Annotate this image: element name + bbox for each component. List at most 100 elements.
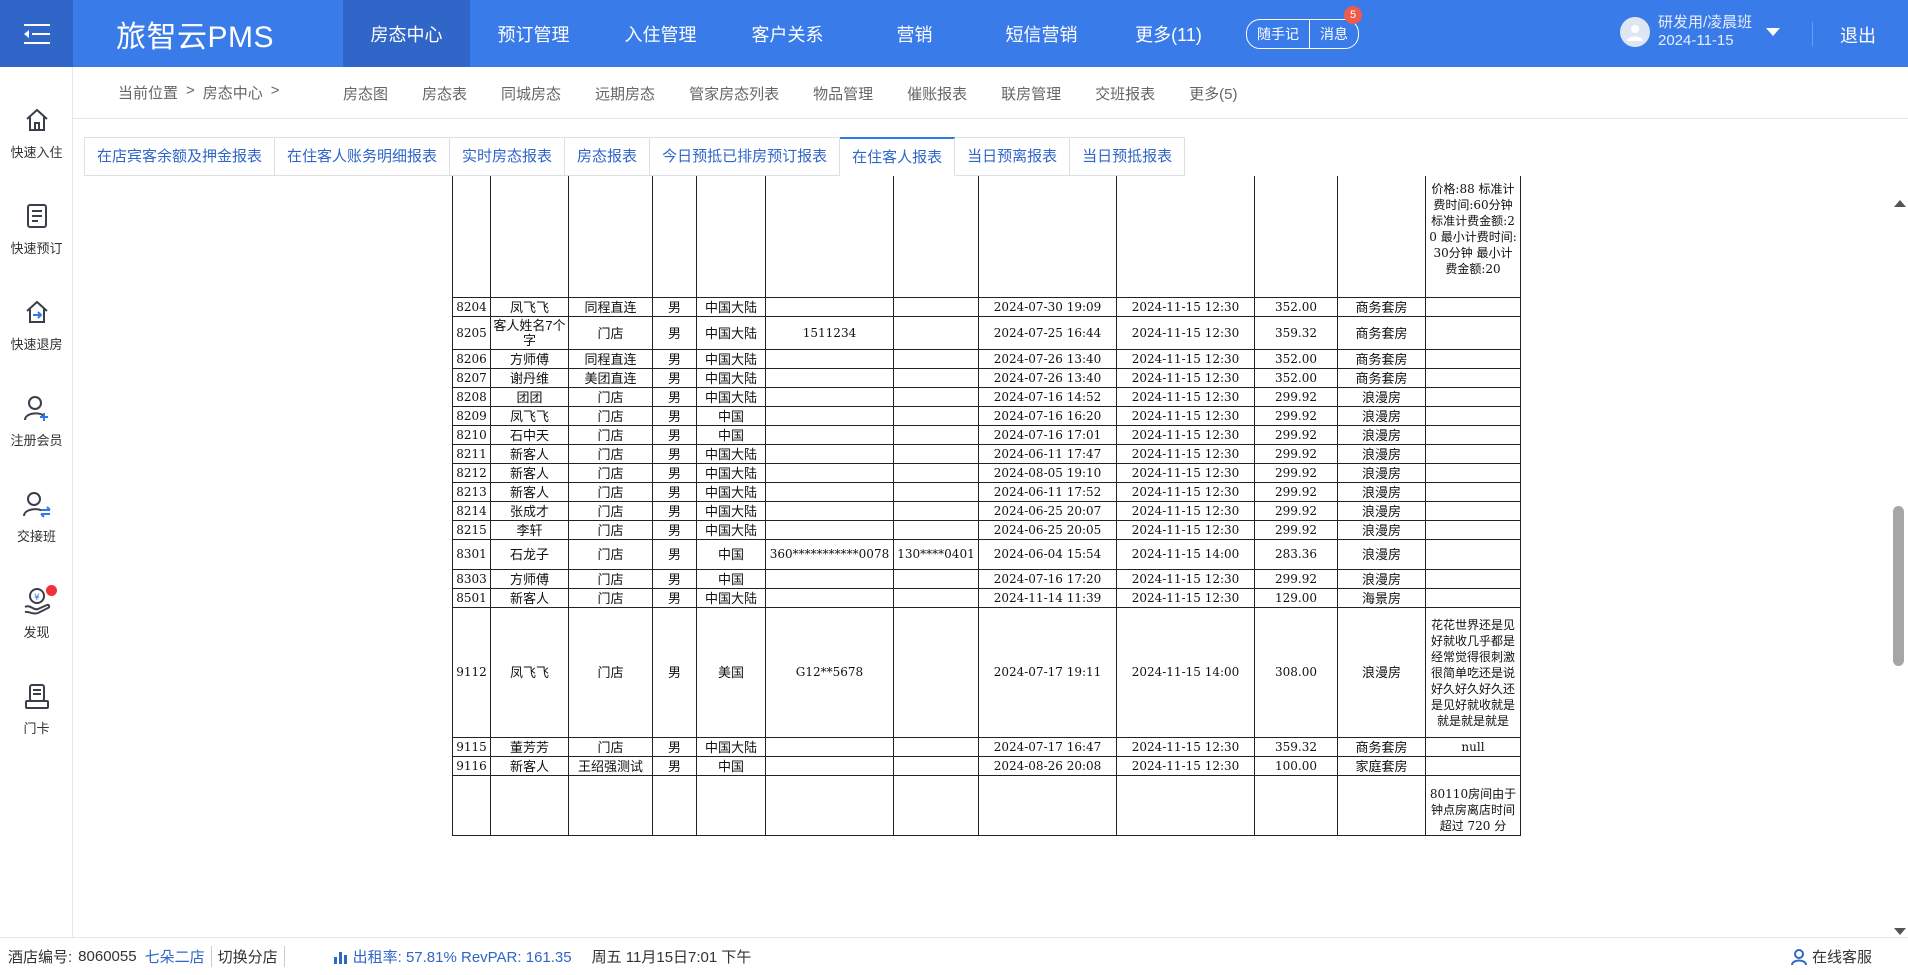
sidebar-item-shift-handover[interactable]: 交接班 [0,489,73,559]
messages-button[interactable]: 消息 5 [1309,5,1362,48]
shift-icon [22,492,51,518]
nav-item-5[interactable]: 短信营销 [978,0,1105,67]
table-row: 8206 方师傅 同程直连男中国大陆 2024-07-26 13:40 2024-11-… [452,349,1521,369]
sidebar-item-label: 门卡 [23,721,50,736]
subnav-item-7[interactable]: 联房管理 [1001,83,1061,104]
tab-0[interactable]: 在店宾客余额及押金报表 [84,137,276,176]
nav-item-2[interactable]: 入住管理 [597,0,724,67]
subnav-item-0[interactable]: 房态图 [343,83,388,104]
sidebar-item-door-card[interactable]: 门卡 [0,681,73,751]
table-cell: 中国 [696,539,766,570]
sidebar-item-label: 注册会员 [10,433,63,448]
table-cell [452,176,491,298]
logout-button[interactable]: 退出 [1840,22,1876,48]
tab-3[interactable]: 房态报表 [565,137,651,176]
table-row: 8212 新客人 门店男中国大陆 2024-08-05 19:10 2024-11-15… [452,463,1521,483]
table-cell: 董芳芳 [490,737,569,757]
notes-button[interactable]: 随手记 [1247,20,1309,48]
table-cell: 中国大陆 [696,444,766,464]
table-cell: 商务套房 [1337,316,1426,350]
user-menu[interactable]: 研发用/凌晨班 2024-11-15 [1620,14,1781,50]
table-cell [765,444,894,464]
nav-item-4[interactable]: 营销 [851,0,978,67]
table-cell: 男 [652,588,697,608]
table-cell: 门店 [568,444,653,464]
table-cell [1425,368,1521,388]
table-cell: 男 [652,406,697,426]
table-cell: 2024-11-15 12:30 [1116,463,1255,483]
table-cell: 2024-11-15 12:30 [1116,406,1255,426]
table-cell: 8215 [452,520,491,540]
subnav-item-8[interactable]: 交班报表 [1095,83,1155,104]
user-date: 2024-11-15 [1658,32,1734,49]
table-cell [490,176,569,298]
table-cell: 2024-11-15 12:30 [1116,368,1255,388]
table-cell: 浪漫房 [1337,501,1426,521]
table-cell [765,588,894,608]
tab-5[interactable]: 在住客人报表 [840,137,956,176]
table-cell: 门店 [568,387,653,407]
sidebar-item-register-member[interactable]: 注册会员 [0,393,73,463]
sidebar-item-quick-booking[interactable]: 快速预订 [0,201,73,271]
subnav-item-1[interactable]: 房态表 [422,83,467,104]
table-cell: 308.00 [1254,607,1338,738]
store-name[interactable]: 七朵二店 [145,946,205,967]
subnav-item-2[interactable]: 同城房态 [501,83,561,104]
table-cell: 2024-06-11 17:52 [978,482,1117,502]
table-cell: 凤飞飞 [490,406,569,426]
subnav-item-3[interactable]: 远期房态 [595,83,655,104]
menu-toggle-button[interactable] [0,0,73,67]
table-cell [652,176,697,298]
tab-6[interactable]: 当日预离报表 [955,137,1071,176]
table-row: 价格:88 标准计费时间:60分钟 标准计费金额:20 最小计费时间:30分钟 … [452,176,1521,298]
table-cell: 美国 [696,607,766,738]
nav-item-0[interactable]: 房态中心 [343,0,470,67]
nav-item-6[interactable]: 更多(11) [1105,0,1232,67]
sidebar-item-quick-checkin[interactable]: 快速入住 [0,105,73,175]
table-cell: 张成才 [490,501,569,521]
tab-7[interactable]: 当日预抵报表 [1070,137,1186,176]
nav-item-1[interactable]: 预订管理 [470,0,597,67]
table-cell: 中国大陆 [696,520,766,540]
messages-label: 消息 [1320,25,1348,42]
table-cell: 商务套房 [1337,368,1426,388]
subnav-item-9[interactable]: 更多(5) [1189,83,1237,104]
sidebar-item-quick-checkout[interactable]: 快速退房 [0,297,73,367]
table-cell [1425,316,1521,350]
table-cell: 80110房间由于钟点房离店时间超过 720 分 [1425,775,1521,836]
scroll-down-arrow[interactable] [1894,928,1906,935]
occupancy-stats: 出租率: 57.81% RevPAR: 161.35 [333,946,572,967]
tab-1[interactable]: 在住客人账务明细报表 [275,137,451,176]
checkout-icon [25,300,48,323]
table-row: 9116 新客人 王绍强测试男中国 2024-08-26 20:08 2024-11-1… [452,756,1521,776]
table-cell: G12**5678 [765,607,894,738]
breadcrumb-current[interactable]: 房态中心 [203,82,263,103]
tab-2[interactable]: 实时房态报表 [450,137,566,176]
online-service-button[interactable]: 在线客服 [1790,946,1872,967]
user-avatar-icon [1627,25,1643,41]
sidebar-item-label: 快速入住 [10,145,63,160]
table-cell: 浪漫房 [1337,406,1426,426]
table-cell: 8303 [452,569,491,589]
tab-4[interactable]: 今日预抵已排房预订报表 [650,137,841,176]
subnav-item-6[interactable]: 催账报表 [907,83,967,104]
nav-item-3[interactable]: 客户关系 [724,0,851,67]
user-name: 研发用/凌晨班 [1658,14,1753,31]
sidebar-item-discover[interactable]: ¥ 发现 [0,585,73,655]
vertical-scrollbar[interactable] [1890,176,1908,937]
table-cell [568,775,653,836]
table-cell [1425,520,1521,540]
scroll-up-arrow[interactable] [1894,200,1906,207]
table-cell: 方师傅 [490,569,569,589]
switch-store-button[interactable]: 切换分店 [210,946,285,967]
subnav-item-4[interactable]: 管家房态列表 [689,83,779,104]
scroll-thumb[interactable] [1893,506,1904,666]
table-cell: 石龙子 [490,539,569,570]
table-cell [893,316,979,350]
table-cell: 中国大陆 [696,463,766,483]
table-cell: 新客人 [490,482,569,502]
subnav-item-5[interactable]: 物品管理 [813,83,873,104]
table-cell: 8204 [452,297,491,317]
table-cell: 2024-07-16 17:01 [978,425,1117,445]
table-row: 8211 新客人 门店男中国大陆 2024-06-11 17:47 2024-11-15… [452,444,1521,464]
